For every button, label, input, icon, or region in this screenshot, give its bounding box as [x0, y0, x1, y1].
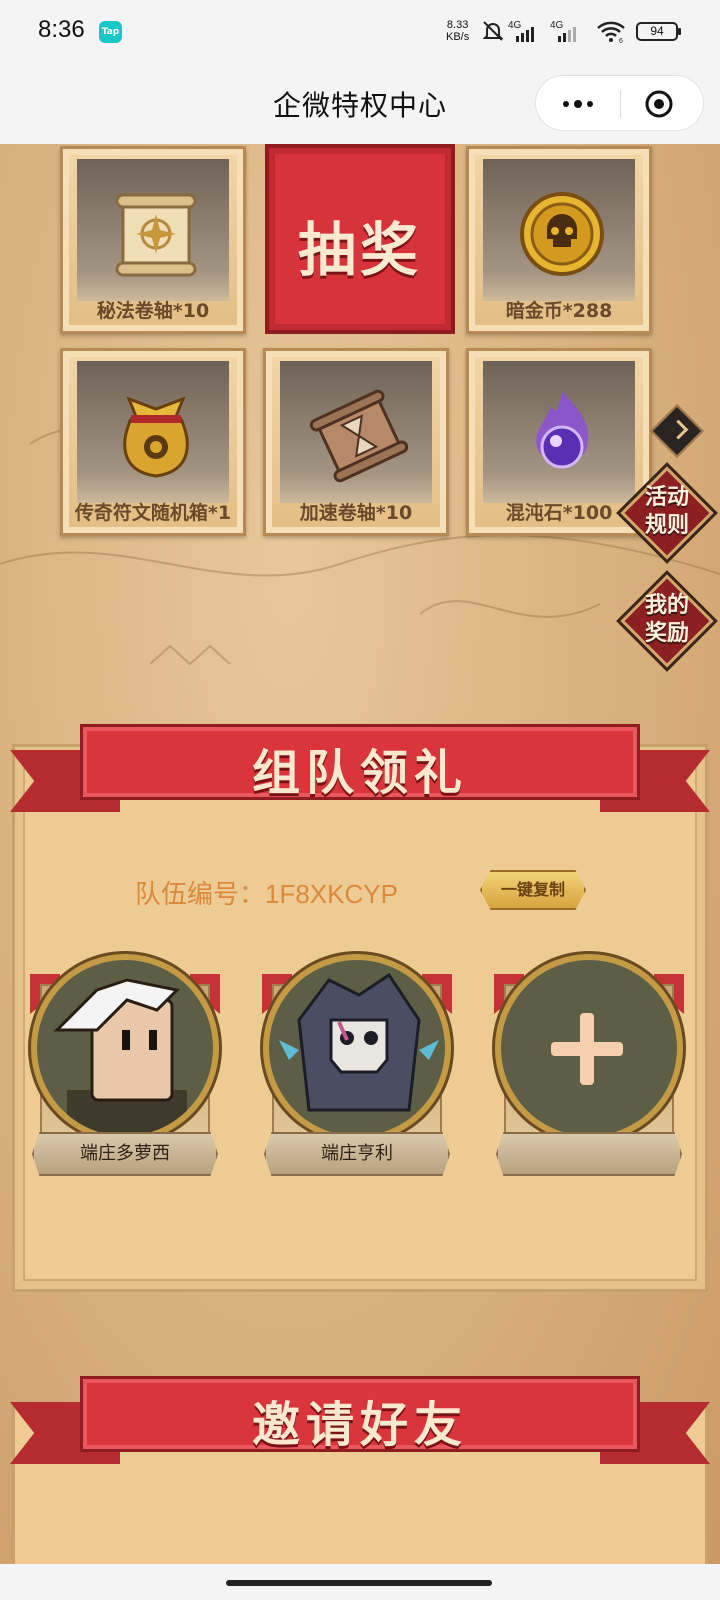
invite-ribbon: 邀请好友: [10, 1376, 710, 1476]
reward-card-arcane-scroll: 秘法卷轴*10: [60, 146, 246, 334]
my-rewards-button[interactable]: 我的 奖励: [620, 574, 714, 668]
ribbon-band: 组队领礼: [80, 724, 640, 801]
close-miniprogram-icon[interactable]: [644, 89, 674, 119]
team-member-2: 端庄亨利: [262, 954, 452, 1176]
home-indicator: [0, 1564, 720, 1600]
hourglass-scroll-icon: [309, 389, 409, 483]
battery-indicator: 94: [636, 22, 681, 41]
signal-4g-icon-2: 4G: [550, 20, 576, 42]
avatar: [263, 954, 451, 1142]
plus-icon: [580, 1013, 594, 1085]
avatar: [31, 954, 219, 1142]
add-member-slot[interactable]: [495, 954, 683, 1142]
reward-card-dark-coin: 暗金币*288: [466, 146, 652, 334]
invite-heading: 邀请好友: [251, 1397, 468, 1453]
gold-bag-icon: [123, 396, 189, 478]
member-name: [496, 1132, 682, 1176]
chaos-stone-icon: [536, 391, 589, 469]
network-speed-unit: KB/s: [446, 31, 470, 43]
team-ribbon: 组队领礼: [10, 724, 710, 824]
chevron-right-icon: [668, 419, 689, 440]
reward-label: 暗金币*288: [505, 300, 613, 322]
capsule-divider: [620, 90, 621, 118]
muted-bell-icon: [482, 21, 504, 41]
team-id-text: 队伍编号：1F8XKCYP: [135, 879, 398, 909]
activity-rules-label: 活动 规则: [644, 485, 689, 538]
activity-rules-button[interactable]: 活动 规则: [620, 466, 714, 560]
svg-text:4G: 4G: [508, 20, 522, 31]
reward-card-speed-scroll: 加速卷轴*10: [263, 348, 449, 536]
reward-label: 传奇符文随机箱*1: [74, 502, 232, 524]
network-speed-value: 8.33: [446, 19, 469, 31]
more-icon[interactable]: [558, 94, 598, 114]
wifi-icon: 6: [597, 21, 625, 44]
network-speed: 8.33 KB/s: [446, 19, 469, 43]
my-rewards-label: 我的 奖励: [644, 593, 689, 646]
reward-label: 加速卷轴*10: [299, 502, 413, 524]
signal-4g-icon-1: 4G: [508, 20, 534, 42]
draw-button[interactable]: 抽奖: [265, 144, 455, 334]
team-heading: 组队领礼: [251, 745, 468, 801]
team-member-1: 端庄多萝西: [30, 954, 220, 1176]
copy-team-id-button[interactable]: 一键复制: [480, 870, 586, 910]
scroll-icon: [115, 193, 197, 277]
white-hair-character-icon: [53, 978, 187, 1136]
ribbon-band: 邀请好友: [80, 1376, 640, 1453]
status-time: 8:36: [38, 16, 85, 43]
svg-text:6: 6: [619, 38, 623, 44]
skull-coin-icon: [520, 192, 604, 276]
reward-label: 秘法卷轴*10: [96, 300, 210, 322]
status-bar: 8:36 Tap 8.33 KB/s 4G 4G 6 94: [0, 0, 720, 64]
skull-knight-character-icon: [279, 972, 439, 1112]
game-page: 秘法卷轴*10 抽奖 暗金币*288 传奇符文随机箱*1 加速卷轴*10 混沌石…: [0, 144, 720, 1564]
draw-button-label: 抽奖: [297, 216, 422, 284]
reward-card-legend-rune-box: 传奇符文随机箱*1: [60, 348, 246, 536]
svg-text:4G: 4G: [550, 20, 564, 31]
title-bar: 企微特权中心: [0, 64, 720, 144]
home-indicator-bar[interactable]: [226, 1580, 492, 1586]
member-name: 端庄亨利: [264, 1132, 450, 1176]
miniprogram-capsule: [535, 75, 704, 131]
member-name: 端庄多萝西: [32, 1132, 218, 1176]
team-member-3-empty[interactable]: [494, 954, 684, 1176]
taptap-app-icon: Tap: [99, 21, 122, 43]
